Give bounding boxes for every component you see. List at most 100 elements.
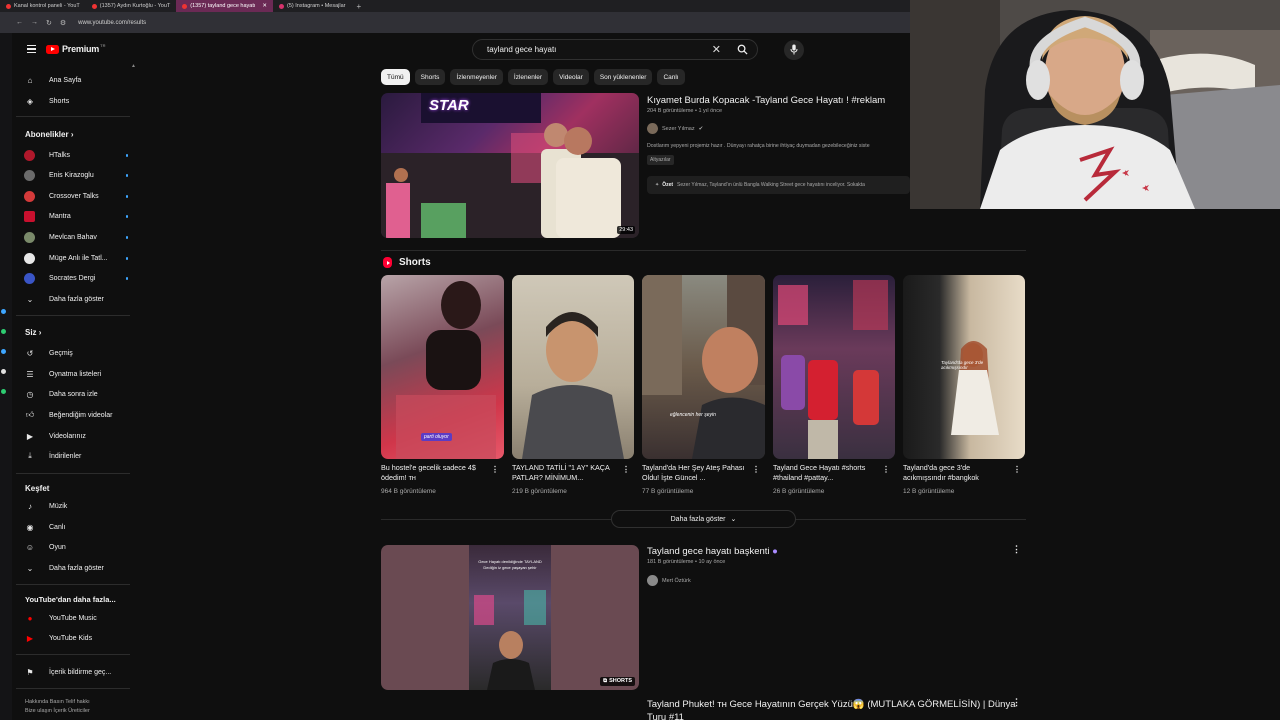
thumbnail-caption: eğlencenin her şeyin	[670, 412, 716, 418]
browser-tab[interactable]: Kanal kontrol paneli - YouT	[0, 0, 86, 12]
more-options-icon[interactable]: ⋮	[1012, 697, 1021, 708]
shorts-show-more-button[interactable]: Daha fazla göster ⌄	[611, 510, 796, 528]
sidebar-item-youtube-kids[interactable]: ▶ YouTube Kids	[24, 631, 136, 645]
site-info-icon[interactable]: ⚙	[60, 19, 66, 27]
sidebar-item-subscription[interactable]: Crossover Talks	[24, 189, 136, 203]
sidebar-item-subscription[interactable]: Müge Anlı ile Tatl...	[24, 251, 136, 265]
video-title[interactable]: Tayland gece hayatı başkenti ●	[647, 546, 778, 557]
short-thumbnail[interactable]	[512, 275, 634, 459]
webcam-overlay	[910, 0, 1280, 209]
chevron-down-icon: ⌄	[26, 294, 34, 304]
youtube-kids-icon: ▶	[26, 633, 34, 643]
short-thumbnail[interactable]: eğlencenin her şeyin	[642, 275, 765, 459]
thumbnail-scene	[778, 280, 888, 459]
forward-icon[interactable]: →	[31, 19, 38, 26]
video-title[interactable]: Kıyamet Burda Kopacak -Tayland Gece Haya…	[647, 95, 885, 106]
sidebar-item-subscription[interactable]: Mantra	[24, 209, 136, 223]
sidebar-item-report-history[interactable]: ⚑ İçerik bildirme geç...	[24, 665, 136, 679]
short-title[interactable]: Tayland Gece Hayatı #shorts #thailand #p…	[773, 463, 878, 483]
more-options-icon[interactable]: ⋮	[752, 465, 760, 474]
more-options-icon[interactable]: ⋮	[1013, 465, 1021, 474]
sparkle-icon: ✦	[655, 182, 660, 188]
youtube-logo-icon[interactable]	[46, 44, 59, 54]
chip-shorts[interactable]: Shorts	[414, 69, 446, 85]
menu-icon[interactable]	[27, 44, 36, 54]
channel-link[interactable]: Sezer Yılmaz ✔	[647, 123, 703, 134]
gaming-icon: ☺	[25, 542, 35, 552]
video-title-line2[interactable]: Turu #11	[647, 712, 684, 720]
sidebar-item-history[interactable]: ↺ Geçmiş	[24, 346, 136, 360]
rail-indicator	[1, 389, 6, 394]
new-tab-icon[interactable]: +	[352, 2, 367, 11]
search-input[interactable]: tayland gece hayatı ✕	[472, 39, 758, 60]
search-button[interactable]	[727, 40, 757, 59]
short-thumbnail[interactable]: parti oluyor	[381, 275, 504, 459]
short-title[interactable]: TAYLAND TATİLİ "1 AY" KAÇA PATLAR? MİNİM…	[512, 463, 617, 483]
sidebar-item-subscription[interactable]: Socrates Dergi	[24, 271, 136, 285]
history-icon: ↺	[26, 348, 34, 358]
short-title[interactable]: Bu hostel'e gecelik sadece 4$ ödedim! ᴛʜ	[381, 463, 486, 483]
more-options-icon[interactable]: ⋮	[491, 465, 499, 474]
sidebar-item-live[interactable]: ◉ Canlı	[24, 520, 136, 534]
sidebar-item-liked[interactable]: 👍︎ Beğendiğim videolar	[24, 408, 136, 422]
sidebar-item-youtube-music[interactable]: ● YouTube Music	[24, 611, 136, 625]
chip-watched[interactable]: İzlenenler	[507, 69, 549, 85]
short-thumbnail[interactable]: Tayland'da gece 3'de acıkmışsındır	[903, 275, 1025, 459]
subscriptions-heading[interactable]: Abonelikler ›	[25, 130, 73, 139]
new-content-dot	[125, 236, 128, 239]
logo-text[interactable]: Premium	[62, 44, 99, 54]
video-title[interactable]: Tayland Phuket! ᴛʜ Gece Hayatının Gerçek…	[647, 699, 1016, 710]
sidebar-item-subscription[interactable]: HTalks	[24, 148, 136, 162]
sidebar-show-more-explore[interactable]: ⌄ Daha fazla göster	[24, 561, 136, 575]
download-icon: ⤓	[28, 451, 32, 460]
chip-all[interactable]: Tümü	[381, 69, 410, 85]
sidebar-show-more[interactable]: ⌄ Daha fazla göster	[24, 292, 136, 306]
filter-chips: Tümü Shorts İzlenmeyenler İzlenenler Vid…	[381, 69, 685, 85]
browser-tab-active[interactable]: (1357) tayland gece hayatı ✕	[176, 0, 274, 12]
sidebar-item-subscription[interactable]: Enis Kirazoglu	[24, 168, 136, 182]
back-icon[interactable]: ←	[16, 19, 23, 26]
browser-tab[interactable]: (1357) Aydın Kurtoğlu - YouT	[86, 0, 177, 12]
short-thumbnail[interactable]	[773, 275, 895, 459]
scroll-up-icon[interactable]: ▲	[131, 63, 136, 69]
sidebar-item-watch-later[interactable]: ◷ Daha sonra izle	[24, 387, 136, 401]
short-views: 12 B görüntüleme	[903, 488, 955, 495]
reload-icon[interactable]: ↻	[46, 19, 52, 27]
sidebar-item-shorts[interactable]: ◈ Shorts	[24, 94, 136, 108]
channel-link[interactable]: Mert Öztürk	[647, 575, 691, 586]
clear-search-icon[interactable]: ✕	[712, 43, 721, 56]
sidebar-item-playlists[interactable]: ☰ Oynatma listeleri	[24, 367, 136, 381]
avatar	[24, 272, 35, 284]
more-options-icon[interactable]: ⋮	[622, 465, 630, 474]
chevron-right-icon: ›	[38, 328, 42, 337]
sidebar-item-your-videos[interactable]: ▶ Videolarınız	[24, 429, 136, 443]
sidebar-item-downloads[interactable]: ⤓ İndirilenler	[24, 449, 136, 463]
chip-videos[interactable]: Videolar	[553, 69, 589, 85]
url-field[interactable]: www.youtube.com/results	[78, 20, 146, 26]
video-thumbnail[interactable]: STAR 29:43	[381, 93, 639, 238]
new-content-dot	[125, 154, 128, 157]
footer-links[interactable]: Bize ulaşın İçerik Üreticiler	[25, 708, 90, 714]
voice-search-button[interactable]	[784, 39, 804, 60]
video-thumbnail[interactable]: Gece Hayatı denildiğinde TAYLAND Dediğin…	[381, 545, 639, 690]
sidebar-item-gaming[interactable]: ☺ Oyun	[24, 540, 136, 554]
ai-summary[interactable]: ✦ Özet Sezer Yılmaz, Tayland'ın ünlü Bangl…	[647, 176, 910, 194]
chevron-down-icon: ⌄	[26, 563, 34, 573]
sidebar-item-music[interactable]: ♪ Müzik	[24, 499, 136, 513]
browser-tab[interactable]: (5) Instagram • Mesajlar	[273, 0, 351, 12]
short-title[interactable]: Tayland'da Her Şey Ateş Pahası Oldu! İşt…	[642, 463, 747, 483]
tab-close-icon[interactable]: ✕	[262, 3, 267, 9]
you-heading[interactable]: Siz ›	[25, 328, 41, 337]
chip-recently-uploaded[interactable]: Son yüklenenler	[593, 69, 653, 85]
address-bar: ← → ↻ ⚙ www.youtube.com/results	[0, 12, 910, 33]
more-options-icon[interactable]: ⋮	[1012, 544, 1021, 555]
short-title[interactable]: Tayland'da gece 3'de acıkmışsındır #bang…	[903, 463, 1008, 483]
sidebar-item-subscription[interactable]: Mevlcan Bahav	[24, 230, 136, 244]
new-content-dot	[125, 257, 128, 260]
shorts-shelf-header: Shorts	[383, 257, 431, 268]
more-options-icon[interactable]: ⋮	[882, 465, 890, 474]
chip-live[interactable]: Canlı	[657, 69, 685, 85]
chip-unwatched[interactable]: İzlenmeyenler	[450, 69, 503, 85]
sidebar-item-home[interactable]: ⌂ Ana Sayfa	[24, 73, 136, 87]
footer-links[interactable]: Hakkında Basın Telif hakkı	[25, 699, 90, 705]
